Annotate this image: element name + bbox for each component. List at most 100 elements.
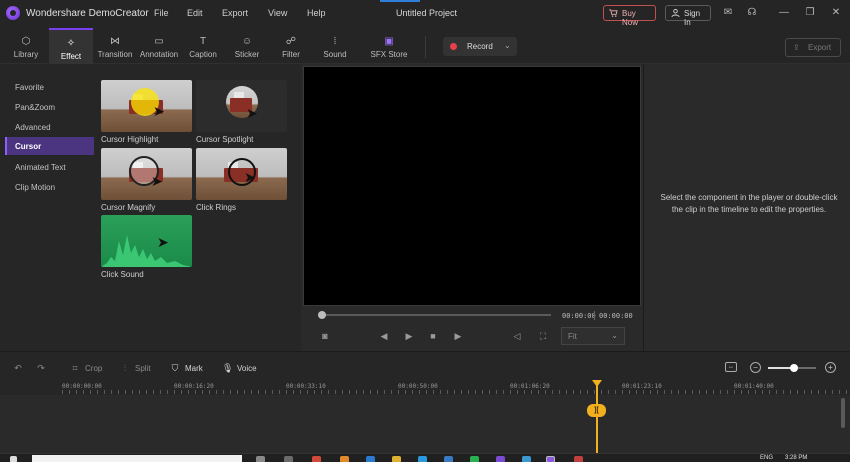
playback-progress-track[interactable] [318, 314, 551, 316]
chevron-down-icon[interactable]: ⌄ [504, 41, 511, 50]
tab-transition[interactable]: ⋈ Transition [95, 28, 135, 64]
play-icon[interactable]: ▶ [403, 330, 415, 342]
taskbar-app-icon[interactable] [366, 456, 375, 462]
redo-icon[interactable]: ↷ [36, 363, 51, 374]
taskbar-app-icon[interactable] [444, 456, 453, 462]
taskbar-app-icon[interactable] [470, 456, 479, 462]
taskbar-app-icon[interactable] [340, 456, 349, 462]
timeline-ruler[interactable]: 00:00:00:00 00:00:16:20 00:00:33:10 00:0… [0, 381, 850, 395]
taskbar-democreator-icon[interactable] [546, 456, 555, 462]
tab-effect[interactable]: ✧ Effect [49, 28, 93, 64]
category-clip-motion[interactable]: Clip Motion [5, 178, 94, 196]
voice-button[interactable]: 🎙 Voice [222, 363, 257, 374]
effect-cursor-spotlight[interactable]: ➤ Cursor Spotlight [196, 80, 287, 144]
category-pan-zoom[interactable]: Pan&Zoom [5, 98, 94, 116]
timeline-scrollbar[interactable] [841, 398, 845, 428]
category-advanced[interactable]: Advanced [5, 118, 94, 136]
headset-icon[interactable]: ☊ [746, 7, 758, 19]
snapshot-camera-icon[interactable]: ◙ [319, 330, 331, 342]
stop-icon[interactable]: ■ [427, 330, 439, 342]
mark-shield-icon: ⛉ [171, 363, 179, 373]
category-cursor[interactable]: Cursor [5, 137, 94, 155]
crop-button[interactable]: ⌗ Crop [70, 363, 102, 374]
zoom-out-icon[interactable]: − [750, 362, 761, 373]
taskbar-app-icon[interactable] [522, 456, 531, 462]
app-name: Wondershare DemoCreator [26, 8, 149, 19]
taskbar-app-icon[interactable] [284, 456, 293, 462]
ruler-label: 00:01:23:10 [622, 383, 662, 390]
mail-icon[interactable]: ✉ [722, 7, 734, 19]
cursor-arrow-icon: ➤ [246, 105, 258, 121]
mark-button[interactable]: ⛉ Mark [170, 363, 203, 374]
crop-label: Crop [85, 364, 103, 373]
tab-caption[interactable]: T Caption [183, 28, 223, 64]
effect-click-sound[interactable]: ➤ Click Sound [101, 215, 192, 279]
title-bar: Wondershare DemoCreator File Edit Export… [0, 0, 850, 28]
tab-sfx-store[interactable]: ▣ SFX Store [366, 28, 412, 64]
menu-help[interactable]: Help [307, 8, 326, 18]
undo-icon[interactable]: ↶ [13, 363, 28, 374]
input-language[interactable]: ENG [760, 455, 773, 461]
fit-timeline-icon[interactable]: ↔ [725, 362, 737, 372]
taskbar-search-box[interactable] [32, 455, 242, 462]
zoom-fit-select[interactable]: Fit ⌄ [561, 327, 625, 345]
taskbar-clock[interactable]: 3:28 PM [785, 455, 807, 461]
video-preview[interactable] [303, 66, 641, 306]
windows-start-icon[interactable] [10, 456, 17, 462]
minimize-icon[interactable]: — [778, 7, 790, 19]
total-time: 00:00:00 [599, 312, 633, 320]
taskbar-app-icon[interactable] [392, 456, 401, 462]
taskbar-app-icon[interactable] [418, 456, 427, 462]
tab-label: Filter [282, 50, 300, 59]
transition-icon: ⋈ [110, 36, 120, 47]
sign-in-button[interactable]: Sign In [665, 5, 711, 27]
buy-now-button[interactable]: Buy Now [603, 5, 656, 27]
effect-thumbnail: ➤ [101, 148, 192, 200]
effect-thumbnail: ➤ [196, 148, 287, 200]
menu-file[interactable]: File [154, 8, 169, 18]
playback-progress-knob[interactable] [318, 311, 326, 319]
effect-cursor-magnify[interactable]: ➤ Cursor Magnify [101, 148, 192, 212]
taskbar-app-icon[interactable] [312, 456, 321, 462]
user-icon [671, 9, 680, 17]
tab-sticker[interactable]: ☺ Sticker [227, 28, 267, 64]
record-dot-icon [450, 43, 457, 50]
effect-thumbnail: ➤ [196, 80, 287, 132]
maximize-icon[interactable]: ❐ [804, 7, 816, 19]
menu-export[interactable]: Export [222, 8, 248, 18]
tab-label: SFX Store [370, 50, 408, 59]
tab-annotation[interactable]: ▭ Annotation [139, 28, 179, 64]
playhead-line[interactable] [596, 385, 598, 453]
tab-sound[interactable]: ⦙ Sound [315, 28, 355, 64]
task-view-icon[interactable] [256, 456, 265, 462]
timeline-tracks[interactable] [0, 395, 850, 453]
export-button[interactable]: ⇪ Export [785, 38, 841, 57]
tab-filter[interactable]: ☍ Filter [271, 28, 311, 64]
split-button[interactable]: ⫶ Split [120, 363, 151, 374]
toolbar-divider [425, 36, 426, 58]
effect-label: Cursor Magnify [101, 203, 156, 212]
volume-icon[interactable]: ◁ [511, 330, 523, 342]
menu-view[interactable]: View [268, 8, 287, 18]
category-favorite[interactable]: Favorite [5, 78, 94, 96]
effect-thumbnail: ➤ [101, 80, 192, 132]
timeline-zoom-knob[interactable] [790, 364, 798, 372]
close-icon[interactable]: ✕ [830, 7, 842, 19]
effect-click-rings[interactable]: ➤ Click Rings [196, 148, 287, 212]
tab-library[interactable]: ⬡ Library [6, 28, 46, 64]
sfx-store-icon: ▣ [384, 36, 394, 47]
playhead-split-handle[interactable]: ][ [587, 404, 606, 417]
fullscreen-icon[interactable]: ⛶ [537, 330, 549, 342]
previous-frame-icon[interactable]: ◀ [378, 330, 390, 342]
next-frame-icon[interactable]: ▶ [452, 330, 464, 342]
microphone-icon: 🎙 [222, 363, 234, 373]
effect-cursor-highlight[interactable]: ➤ Cursor Highlight [101, 80, 192, 144]
playhead-marker[interactable] [592, 380, 602, 387]
category-animated-text[interactable]: Animated Text [5, 158, 94, 176]
properties-hint: Select the component in the player or do… [660, 193, 838, 214]
zoom-in-icon[interactable]: + [825, 362, 836, 373]
taskbar-app-icon[interactable] [574, 456, 583, 462]
menu-edit[interactable]: Edit [187, 8, 203, 18]
taskbar-app-icon[interactable] [496, 456, 505, 462]
record-button[interactable]: Record ⌄ [443, 37, 517, 56]
